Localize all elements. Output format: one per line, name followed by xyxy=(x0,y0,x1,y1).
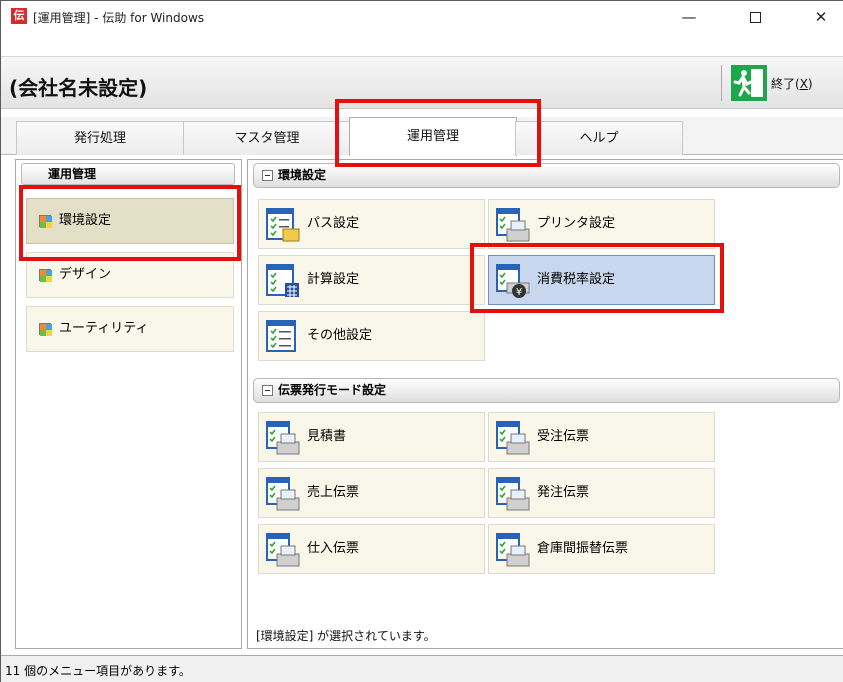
sidebar-item-label: ユーティリティ xyxy=(59,321,149,336)
title-bar: 伝 [運用管理] - 伝助 for Windows — ✕ xyxy=(1,1,843,33)
collapse-icon[interactable] xyxy=(262,385,273,396)
menu-item-other-settings[interactable]: その他設定 xyxy=(258,311,485,361)
exit-button[interactable]: 終了(X) xyxy=(771,75,813,92)
menu-item-label: 倉庫間振替伝票 xyxy=(537,541,629,556)
status-text: 11 個のメニュー項目があります。 xyxy=(5,664,191,678)
app-window: 伝 [運用管理] - 伝助 for Windows — ✕ (会社名未設定) 終… xyxy=(0,0,843,682)
tab-issue-processing[interactable]: 発行処理 xyxy=(16,121,184,155)
menu-item-label: 仕入伝票 xyxy=(307,541,360,556)
menu-item-sales-slip[interactable]: 売上伝票 xyxy=(258,468,485,518)
menu-item-calculation-settings[interactable]: 計算設定 xyxy=(258,255,485,305)
printer-document-icon xyxy=(496,477,530,511)
section-title: 伝票発行モード設定 xyxy=(278,383,387,397)
minimize-button[interactable]: — xyxy=(666,1,712,33)
exit-label-close: ) xyxy=(807,77,813,91)
menu-item-label: 売上伝票 xyxy=(307,485,360,500)
printer-document-icon xyxy=(496,421,530,455)
folder-settings-icon xyxy=(266,208,300,242)
menu-item-path-settings[interactable]: パス設定 xyxy=(258,199,485,249)
menu-item-purchase-order-slip[interactable]: 発注伝票 xyxy=(488,468,715,518)
collapse-icon[interactable] xyxy=(262,170,273,181)
highlight-sidebar-annotation xyxy=(19,185,241,261)
status-bar: 11 個のメニュー項目があります。 xyxy=(1,655,843,682)
menu-item-warehouse-transfer-slip[interactable]: 倉庫間振替伝票 xyxy=(488,524,715,574)
maximize-button[interactable] xyxy=(732,1,778,33)
exit-label: 終了( xyxy=(771,77,800,91)
main-panel: 環境設定 パス設定 プリンタ設定 計算設定 ¥ 消費税率設定 その他設定 伝票発… xyxy=(247,159,843,649)
document-settings-icon xyxy=(266,320,296,352)
section-header-slip-issue-mode[interactable]: 伝票発行モード設定 xyxy=(253,378,840,403)
menu-item-estimate[interactable]: 見積書 xyxy=(258,412,485,462)
printer-document-icon xyxy=(266,533,300,567)
printer-document-icon xyxy=(266,421,300,455)
menu-item-printer-settings[interactable]: プリンタ設定 xyxy=(488,199,715,249)
window-title: [運用管理] - 伝助 for Windows xyxy=(33,11,205,25)
printer-document-icon xyxy=(266,477,300,511)
sidebar-item-label: デザイン xyxy=(59,267,112,282)
company-name: (会社名未設定) xyxy=(9,76,148,100)
toolbar-divider xyxy=(721,65,722,101)
app-icon: 伝 xyxy=(11,8,27,24)
highlight-tab-annotation xyxy=(335,99,541,167)
selection-status: [環境設定] が選択されています。 xyxy=(256,629,436,643)
exit-icon[interactable] xyxy=(731,65,767,101)
menu-item-order-received-slip[interactable]: 受注伝票 xyxy=(488,412,715,462)
menu-item-label: パス設定 xyxy=(307,216,360,231)
maximize-icon xyxy=(749,12,761,23)
menu-grid-icon xyxy=(39,323,52,336)
section-title: 環境設定 xyxy=(278,168,327,182)
printer-settings-icon xyxy=(496,208,530,242)
sidebar-item-utility[interactable]: ユーティリティ xyxy=(26,306,234,352)
printer-document-icon xyxy=(496,533,530,567)
menu-item-purchase-slip[interactable]: 仕入伝票 xyxy=(258,524,485,574)
tab-master-management[interactable]: マスタ管理 xyxy=(183,121,351,155)
menu-item-label: 受注伝票 xyxy=(537,429,590,444)
highlight-tax-item-annotation xyxy=(470,243,724,313)
sidebar-header: 運用管理 xyxy=(21,163,235,185)
calculator-settings-icon xyxy=(266,264,299,297)
close-button[interactable]: ✕ xyxy=(798,1,843,33)
menu-item-label: 計算設定 xyxy=(307,272,360,287)
running-man-icon xyxy=(731,65,767,101)
menu-item-label: 見積書 xyxy=(307,429,347,444)
menu-item-label: 発注伝票 xyxy=(537,485,590,500)
exit-shortcut-key: X xyxy=(799,77,808,91)
menu-item-label: その他設定 xyxy=(307,328,373,343)
menu-item-label: プリンタ設定 xyxy=(537,216,616,231)
menu-grid-icon xyxy=(39,269,52,282)
